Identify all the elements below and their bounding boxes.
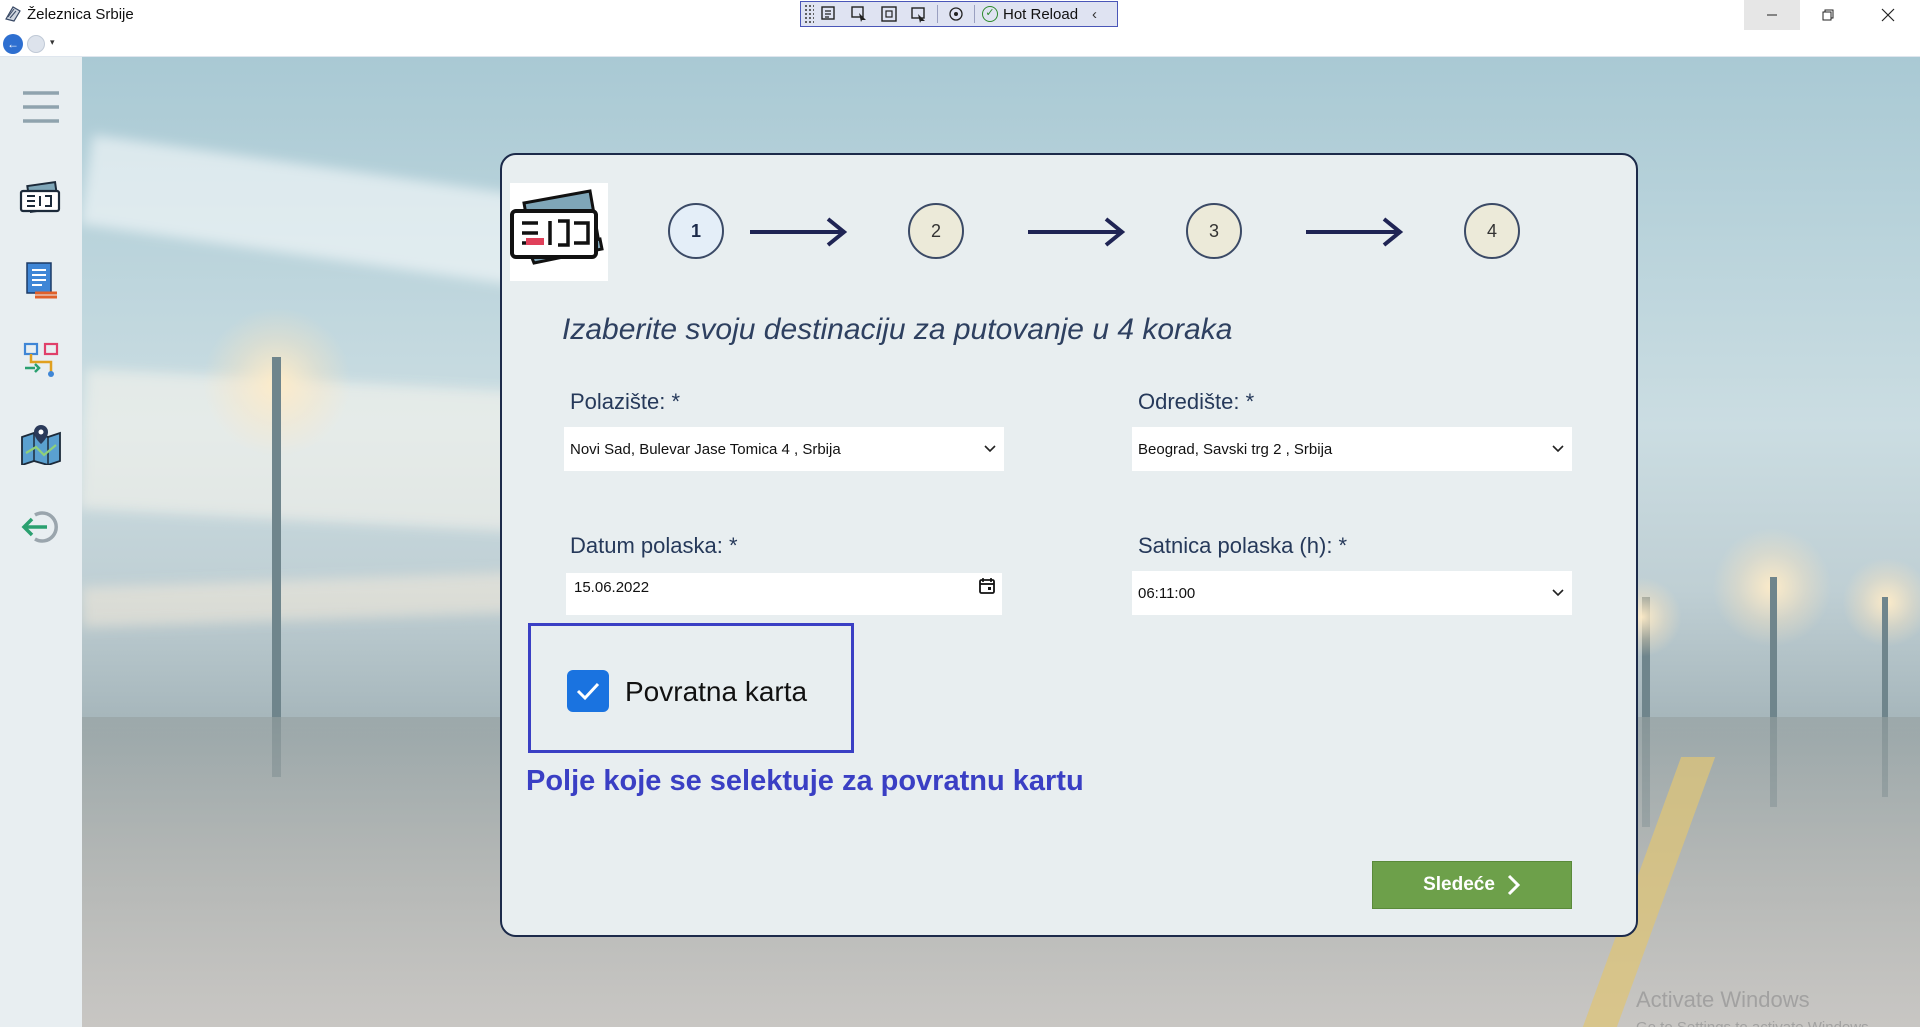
return-ticket-highlight: Povratna karta <box>528 623 854 753</box>
destination-label: Odredište: * <box>1138 389 1255 414</box>
navigation-bar: ← ▾ <box>0 30 1920 57</box>
binding-failures-icon[interactable] <box>941 3 971 25</box>
date-picker[interactable]: 15.06.2022 <box>566 573 1002 615</box>
time-label: Satnica polaska (h): * <box>1138 533 1348 558</box>
select-element-icon[interactable] <box>844 3 874 25</box>
hot-reload-label: Hot Reload <box>1003 5 1079 23</box>
route-icon[interactable] <box>16 335 66 385</box>
arrow-right-icon <box>1028 217 1126 247</box>
return-ticket-checkbox[interactable] <box>567 670 609 712</box>
check-circle-icon: ✓ <box>982 6 998 22</box>
close-button[interactable] <box>1860 0 1916 30</box>
calendar-icon[interactable] <box>978 577 996 595</box>
destination-select[interactable]: Beograd, Savski trg 2 , Srbija <box>1132 427 1572 471</box>
collapse-chevron-icon[interactable]: ‹ <box>1092 6 1097 23</box>
chevron-down-icon <box>1552 589 1564 597</box>
track-focused-element-icon[interactable] <box>904 3 934 25</box>
chevron-right-icon <box>1507 874 1521 896</box>
toolbar-grip[interactable] <box>804 4 814 24</box>
train-app-icon <box>5 6 21 22</box>
checkmark-icon <box>576 682 600 701</box>
step-2: 2 <box>908 203 964 259</box>
date-value: 15.06.2022 <box>574 579 650 596</box>
forward-arrow-icon[interactable] <box>27 35 45 53</box>
date-label: Datum polaska: * <box>570 533 738 558</box>
history-dropdown-icon[interactable]: ▾ <box>50 37 55 48</box>
arrow-right-icon <box>1306 217 1404 247</box>
time-value: 06:11:00 <box>1138 584 1196 602</box>
hamburger-menu-icon[interactable] <box>16 82 66 132</box>
ticket-wizard-card: 1 2 3 4 Izaberite svoju destinaciju za p… <box>500 153 1638 937</box>
list-document-icon[interactable] <box>16 255 66 305</box>
toolbar-separator <box>974 5 975 23</box>
display-layout-adorners-icon[interactable] <box>874 3 904 25</box>
xaml-debug-toolbar: ✓ Hot Reload ‹ <box>800 1 1118 27</box>
ticket-logo-icon <box>510 183 608 281</box>
chevron-down-icon <box>1552 445 1564 453</box>
toolbar-separator <box>937 5 938 23</box>
sidebar <box>0 57 82 1027</box>
map-icon[interactable] <box>16 419 66 469</box>
title-bar: Železnica Srbije ✓ Hot Reload ‹ <box>0 0 1920 30</box>
live-visual-tree-icon[interactable] <box>814 3 844 25</box>
arrow-right-icon <box>750 217 848 247</box>
time-select[interactable]: 06:11:00 <box>1132 571 1572 615</box>
wizard-headline: Izaberite svoju destinaciju za putovanje… <box>562 313 1233 346</box>
next-button[interactable]: Sledeće <box>1372 861 1572 909</box>
return-ticket-label: Povratna karta <box>625 676 808 707</box>
ticket-icon[interactable] <box>16 175 66 225</box>
step-4-label: 4 <box>1486 220 1497 241</box>
step-1: 1 <box>668 203 724 259</box>
hot-reload-status[interactable]: ✓ Hot Reload <box>982 6 1078 23</box>
destination-value: Beograd, Savski trg 2 , Srbija <box>1138 440 1333 458</box>
step-3: 3 <box>1186 203 1242 259</box>
departure-label: Polazište: * <box>570 389 681 414</box>
next-button-label: Sledeće <box>1423 874 1495 895</box>
watermark-title: Activate Windows <box>1636 987 1810 1012</box>
step-1-label: 1 <box>690 220 701 241</box>
return-ticket-annotation: Polje koje se selektuje za povratnu kart… <box>526 765 1084 797</box>
watermark-subtitle: Go to Settings to activate Windows. <box>1636 1019 1873 1027</box>
windows-activation-watermark: Activate Windows Go to Settings to activ… <box>1636 987 1873 1027</box>
minimize-button[interactable] <box>1744 0 1800 30</box>
departure-select[interactable]: Novi Sad, Bulevar Jase Tomica 4 , Srbija <box>564 427 1004 471</box>
step-2-label: 2 <box>930 220 941 241</box>
restore-button[interactable] <box>1800 0 1856 30</box>
chevron-down-icon <box>984 445 996 453</box>
back-arrow-icon[interactable]: ← <box>3 34 23 54</box>
window-title: Železnica Srbije <box>27 6 134 23</box>
departure-value: Novi Sad, Bulevar Jase Tomica 4 , Srbija <box>570 440 841 458</box>
logout-icon[interactable] <box>16 502 66 552</box>
step-4: 4 <box>1464 203 1520 259</box>
step-3-label: 3 <box>1208 220 1219 241</box>
